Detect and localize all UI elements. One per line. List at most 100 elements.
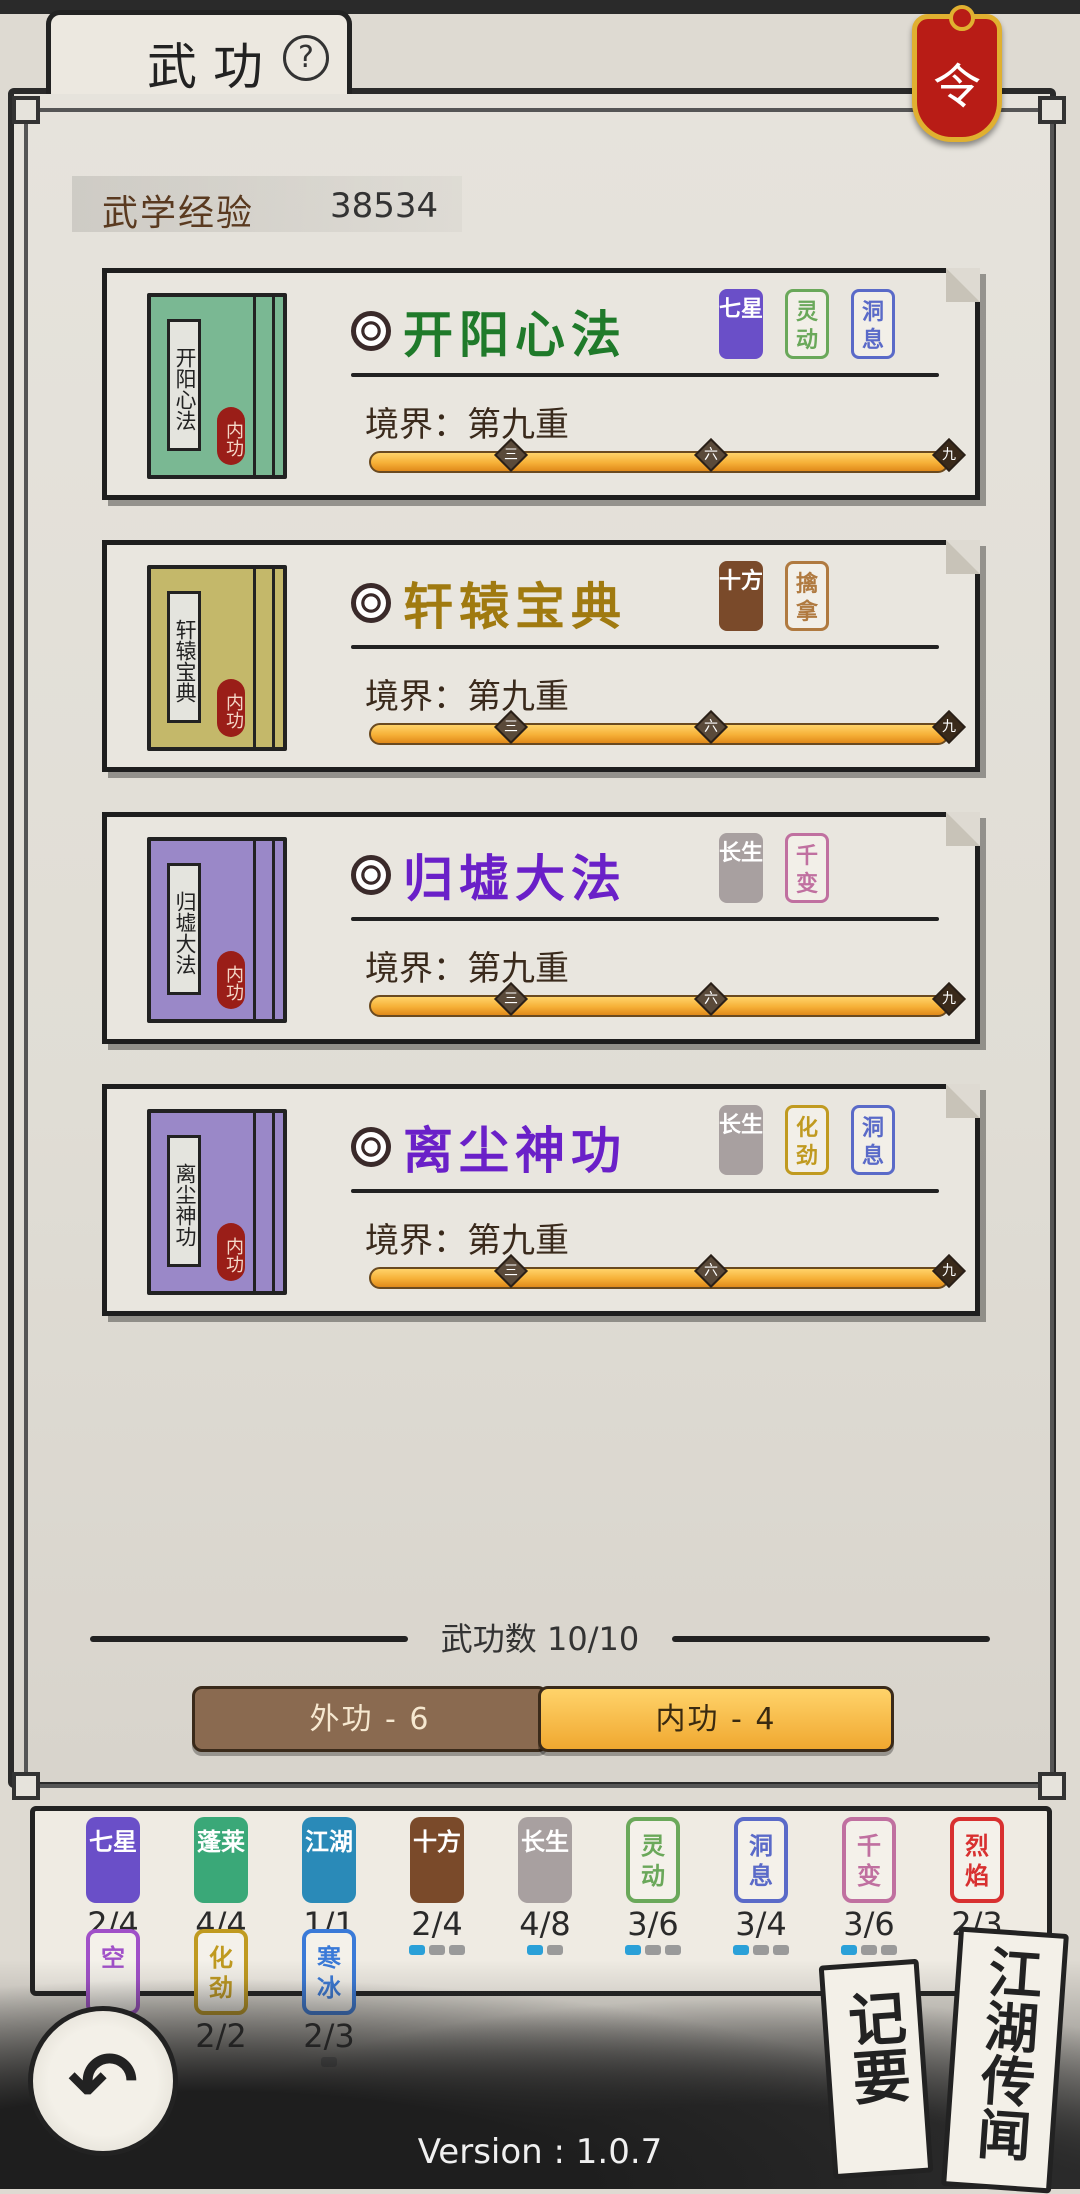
- progress-milestone: 九: [932, 982, 966, 1016]
- trait-badge[interactable]: 洞息: [851, 289, 895, 359]
- skill-book-icon: 轩辕宝典 内功: [147, 565, 287, 751]
- passive-trait-icon: 灵动: [626, 1817, 680, 1903]
- book-spine: [253, 297, 275, 475]
- book-type-tag: 内功: [217, 679, 245, 737]
- trait-progress-dot: [881, 1945, 897, 1955]
- trait-badge[interactable]: 十方: [719, 561, 763, 631]
- card-divider: [351, 917, 939, 921]
- lore-button[interactable]: 江湖传闻: [941, 1926, 1069, 2194]
- page-fold: [946, 1084, 980, 1118]
- progress-milestone: 六: [694, 1254, 728, 1288]
- tab-inner-skills[interactable]: 内功 - 4: [538, 1686, 894, 1752]
- book-type-tag: 内功: [217, 407, 245, 465]
- frame-corner: [1038, 96, 1066, 124]
- book-title: 开阳心法: [167, 319, 201, 451]
- trait-badge[interactable]: 擒拿: [785, 561, 829, 631]
- skill-card[interactable]: 开阳心法 内功 开阳心法 七星 灵动 洞息 境界：第九重 三六九: [102, 268, 980, 500]
- progress-milestone: 九: [932, 438, 966, 472]
- trait-progress-dot: [861, 1945, 877, 1955]
- book-spine: [253, 841, 275, 1019]
- skill-emblem-icon: [351, 855, 391, 895]
- page-fold: [946, 268, 980, 302]
- passive-trait-icon: 千变: [842, 1817, 896, 1903]
- passive-trait-count: 2/4: [411, 1905, 463, 1943]
- trait-progress-dot: [409, 1945, 425, 1955]
- trait-progress-dot: [733, 1945, 749, 1955]
- skill-realm: 境界：第九重: [365, 405, 569, 445]
- progress-milestone: 九: [932, 1254, 966, 1288]
- book-title: 轩辕宝典: [167, 591, 201, 723]
- trait-progress-dot: [625, 1945, 641, 1955]
- trait-progress-dots: [383, 1945, 491, 1955]
- trait-progress-dots: [707, 1945, 815, 1955]
- trait-progress-dot: [665, 1945, 681, 1955]
- frame-corner: [1038, 1772, 1066, 1800]
- passive-trait-item[interactable]: 灵动 3/6: [599, 1817, 707, 1955]
- trait-progress-dot: [841, 1945, 857, 1955]
- passive-trait-icon: 蓬莱: [194, 1817, 248, 1903]
- passive-trait-icon: 洞息: [734, 1817, 788, 1903]
- passive-trait-item[interactable]: 长生 4/8: [491, 1817, 599, 1955]
- skill-realm: 境界：第九重: [365, 949, 569, 989]
- trait-badge[interactable]: 长生: [719, 1105, 763, 1175]
- notes-button[interactable]: 记要: [818, 1958, 934, 2180]
- skill-emblem-icon: [351, 311, 391, 351]
- passive-trait-icon: 长生: [518, 1817, 572, 1903]
- skill-name: 离尘神功: [403, 1121, 627, 1180]
- skill-emblem-icon: [351, 1127, 391, 1167]
- experience-label: 武学经验: [102, 193, 255, 234]
- notes-label: 记要: [836, 1986, 913, 2108]
- skill-name: 归墟大法: [403, 849, 627, 908]
- page-title-tab: 武功 ?: [46, 10, 352, 96]
- book-spine: [253, 569, 275, 747]
- experience-value: 38534: [330, 186, 439, 226]
- trait-progress-dot: [773, 1945, 789, 1955]
- skill-name: 轩辕宝典: [403, 577, 627, 636]
- trait-badge[interactable]: 七星: [719, 289, 763, 359]
- passive-trait-item[interactable]: 十方 2/4: [383, 1817, 491, 1955]
- trait-badge[interactable]: 千变: [785, 833, 829, 903]
- passive-trait-icon: 江湖: [302, 1817, 356, 1903]
- trait-badge[interactable]: 化劲: [785, 1105, 829, 1175]
- trait-badge[interactable]: 长生: [719, 833, 763, 903]
- trait-progress-dot: [449, 1945, 465, 1955]
- card-divider: [351, 645, 939, 649]
- divider-line: [672, 1636, 990, 1642]
- passive-trait-icon: 七星: [86, 1817, 140, 1903]
- trait-progress-dot: [645, 1945, 661, 1955]
- help-icon[interactable]: ?: [283, 35, 329, 81]
- page-fold: [946, 540, 980, 574]
- skill-card[interactable]: 归墟大法 内功 归墟大法 长生 千变 境界：第九重 三六九: [102, 812, 980, 1044]
- trait-progress-dots: [491, 1945, 599, 1955]
- passive-trait-item[interactable]: 洞息 3/4: [707, 1817, 815, 1955]
- lore-label: 江湖传闻: [966, 1943, 1045, 2163]
- tab-outer-skills[interactable]: 外功 - 6: [192, 1686, 548, 1752]
- progress-milestone: 六: [694, 438, 728, 472]
- passive-trait-icon: 十方: [410, 1817, 464, 1903]
- book-type-tag: 内功: [217, 951, 245, 1009]
- trait-progress-dots: [815, 1945, 923, 1955]
- skill-book-icon: 离尘神功 内功: [147, 1109, 287, 1295]
- trait-badge[interactable]: 灵动: [785, 289, 829, 359]
- book-title: 归墟大法: [167, 863, 201, 995]
- realm-progress-bar: 三六九: [369, 710, 966, 745]
- trait-progress-dot: [527, 1945, 543, 1955]
- skill-realm: 境界：第九重: [365, 1221, 569, 1261]
- progress-milestone: 六: [694, 982, 728, 1016]
- trait-badge[interactable]: 洞息: [851, 1105, 895, 1175]
- progress-milestone: 六: [694, 710, 728, 744]
- order-badge-button[interactable]: 令: [912, 5, 1002, 142]
- experience-row: 武学经验 38534: [72, 176, 462, 234]
- book-title: 离尘神功: [167, 1135, 201, 1267]
- skill-card[interactable]: 轩辕宝典 内功 轩辕宝典 十方 擒拿 境界：第九重 三六九: [102, 540, 980, 772]
- page-fold: [946, 812, 980, 846]
- skill-emblem-icon: [351, 583, 391, 623]
- page-title: 武功: [147, 38, 279, 96]
- progress-milestone: 九: [932, 710, 966, 744]
- passive-trait-count: 3/6: [843, 1905, 895, 1943]
- skill-card[interactable]: 离尘神功 内功 离尘神功 长生 化劲 洞息 境界：第九重 三六九: [102, 1084, 980, 1316]
- passive-trait-item[interactable]: 千变 3/6: [815, 1817, 923, 1955]
- book-type-tag: 内功: [217, 1223, 245, 1281]
- realm-progress-bar: 三六九: [369, 982, 966, 1017]
- card-divider: [351, 1189, 939, 1193]
